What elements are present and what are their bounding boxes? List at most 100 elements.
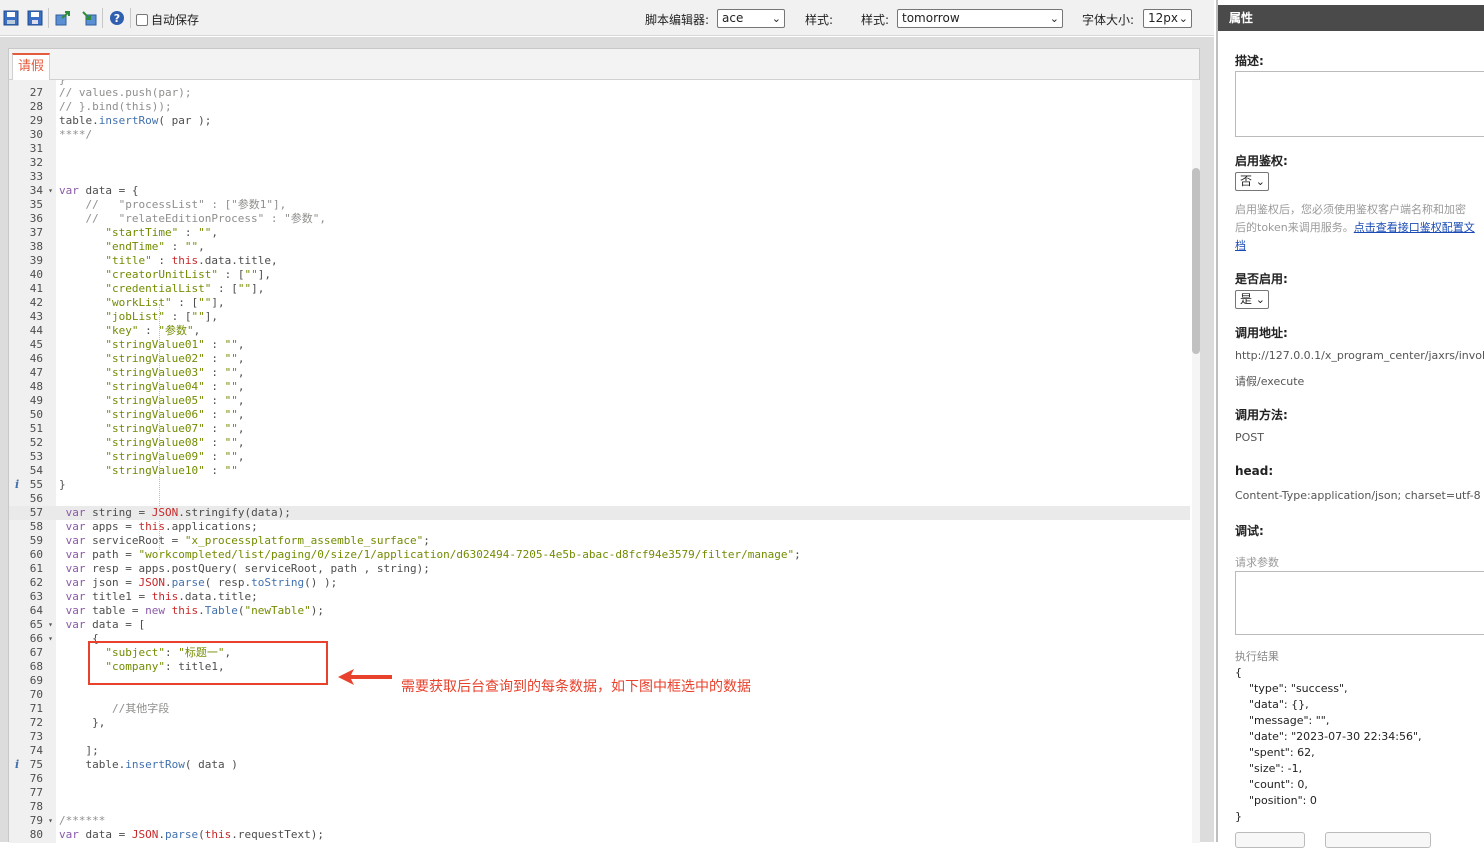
result-line: "date": "2023-07-30 22:34:56", — [1235, 730, 1422, 743]
toolbar-divider — [48, 8, 49, 28]
properties-panel: 属性 描述: 启用鉴权: 否 ⌄ 启用鉴权后，您必须使用鉴权客户端名称和加密 后… — [1216, 0, 1484, 848]
theme-select-value: tomorrow — [902, 11, 960, 25]
line-number: 52 — [29, 436, 43, 449]
line-number: 59 — [29, 534, 43, 547]
line-number: 78 — [29, 800, 43, 813]
url-value-line-1: http://127.0.0.1/x_program_center/jaxrs/… — [1235, 349, 1484, 362]
debug-label: 调试: — [1235, 524, 1264, 538]
enabled-select[interactable]: 是 ⌄ — [1235, 290, 1269, 309]
code-line: var json = JSON.parse( resp.toString() )… — [65, 576, 338, 589]
properties-header: 属性 — [1218, 5, 1484, 31]
autosave-toggle[interactable]: 自动保存 — [136, 11, 199, 28]
theme-select[interactable]: tomorrow ⌄ — [897, 9, 1063, 28]
code-area[interactable]: }// values.push(par);// }.bind(this));ta… — [56, 80, 1190, 843]
code-line: var serviceRoot = "x_processplatform_ass… — [65, 534, 430, 547]
code-line: var table = new this.Table("newTable"); — [65, 604, 324, 617]
line-number: 66 ▾ — [29, 632, 53, 646]
head-value: Content-Type:application/json; charset=u… — [1235, 489, 1481, 502]
line-number: 71 — [29, 702, 43, 715]
code-line: // values.push(par); — [59, 86, 192, 99]
help-icon[interactable]: ? — [108, 9, 126, 27]
line-number: 36 — [29, 212, 43, 225]
chevron-down-icon: ⌄ — [1255, 293, 1265, 306]
line-number: 38 — [29, 240, 43, 253]
code-line: var string = JSON.stringify(data); — [56, 506, 1190, 520]
fontsize-select[interactable]: 12px ⌄ — [1143, 9, 1192, 28]
code-line: "stringValue07" : "", — [105, 422, 245, 435]
code-line: ]; — [59, 744, 99, 757]
chevron-down-icon: ⌄ — [1255, 175, 1265, 188]
fold-toggle-icon[interactable]: ▾ — [48, 618, 53, 632]
line-number: 80 — [29, 828, 43, 841]
description-textarea[interactable] — [1235, 71, 1484, 137]
editor-select[interactable]: ace ⌄ — [717, 9, 785, 28]
line-number: 76 — [29, 772, 43, 785]
save-as-icon[interactable] — [26, 9, 44, 27]
code-line: "stringValue08" : "", — [105, 436, 245, 449]
line-number: 73 — [29, 730, 43, 743]
code-line: var data = JSON.parse(this.requestText); — [59, 828, 324, 841]
export-icon[interactable] — [54, 9, 72, 27]
code-line: "stringValue10" : "" — [105, 464, 238, 477]
line-number: 53 — [29, 450, 43, 463]
chevron-down-icon: ⌄ — [1178, 12, 1188, 25]
auth-doc-link-cont[interactable]: 档 — [1235, 239, 1246, 252]
chevron-down-icon: ⌄ — [771, 12, 781, 25]
fold-toggle-icon[interactable]: ▾ — [48, 632, 53, 646]
code-line: /****** — [59, 814, 106, 827]
scrollbar-thumb[interactable] — [1192, 168, 1200, 354]
code-line: //其他字段 — [59, 702, 170, 715]
request-params-textarea[interactable] — [1235, 571, 1484, 635]
line-number: 75 i — [15, 758, 43, 771]
result-line: "data": {}, — [1235, 698, 1309, 711]
code-line: "title" : this.data.title, — [105, 254, 278, 267]
code-line: ****/ — [59, 128, 93, 141]
description-label: 描述: — [1235, 54, 1264, 68]
clear-button[interactable] — [1325, 832, 1431, 848]
line-number: 30 — [29, 128, 43, 141]
import-icon[interactable] — [80, 9, 98, 27]
vertical-scrollbar[interactable] — [1192, 80, 1200, 843]
request-params-label: 请求参数 — [1235, 556, 1279, 569]
line-number: 79 ▾ — [29, 814, 53, 828]
code-line: "key" : "参数", — [105, 324, 201, 337]
line-number: 35 — [29, 198, 43, 211]
code-line: // }.bind(this)); — [59, 100, 172, 113]
result-line: "message": "", — [1235, 714, 1330, 727]
auth-hint-text: 后的token来调用服务。 — [1235, 221, 1354, 234]
fold-toggle-icon[interactable]: ▾ — [48, 184, 53, 198]
auth-label: 启用鉴权: — [1235, 154, 1288, 168]
fold-toggle-icon[interactable]: ▾ — [48, 814, 53, 828]
info-icon: i — [15, 758, 20, 771]
code-line: "stringValue05" : "", — [105, 394, 245, 407]
code-line: // "relateEditionProcess" : "参数", — [59, 212, 327, 225]
toolbar-divider — [102, 8, 103, 28]
auth-select[interactable]: 否 ⌄ — [1235, 172, 1269, 191]
script-editor-panel: 请假 27 28 29 30 31 32 33 34 ▾ 35 36 37 38 39 40 41 42 43 44… — [8, 48, 1200, 843]
code-line: "stringValue02" : "", — [105, 352, 245, 365]
save-icon[interactable] — [2, 9, 20, 27]
autosave-checkbox[interactable] — [136, 13, 148, 26]
auth-select-value: 否 — [1240, 174, 1253, 188]
code-line: table.insertRow( par ); — [59, 114, 212, 127]
result-line: "size": -1, — [1235, 762, 1303, 775]
line-number: 28 — [29, 100, 43, 113]
style-label-1: 样式: — [805, 13, 834, 27]
auth-hint-line: 启用鉴权后，您必须使用鉴权客户端名称和加密 — [1235, 203, 1466, 216]
line-number: 48 — [29, 380, 43, 393]
toolbar: ? 自动保存 脚本编辑器: ace ⌄ 样式: 样式: tomorrow ⌄ 字… — [0, 0, 1214, 36]
line-number: 74 — [29, 744, 43, 757]
fontsize-label: 字体大小: — [1082, 13, 1135, 27]
run-button[interactable] — [1235, 832, 1305, 848]
editor-tabbar: 请假 — [9, 49, 1199, 81]
line-number: 32 — [29, 156, 43, 169]
line-number: 58 — [29, 520, 43, 533]
line-number: 56 — [29, 492, 43, 505]
code-line: "stringValue01" : "", — [105, 338, 245, 351]
line-number: 64 — [29, 604, 43, 617]
auth-doc-link[interactable]: 点击查看接口鉴权配置文 — [1354, 221, 1475, 234]
info-icon: i — [15, 478, 20, 491]
line-number: 31 — [29, 142, 43, 155]
code-line: var apps = this.applications; — [65, 520, 258, 533]
